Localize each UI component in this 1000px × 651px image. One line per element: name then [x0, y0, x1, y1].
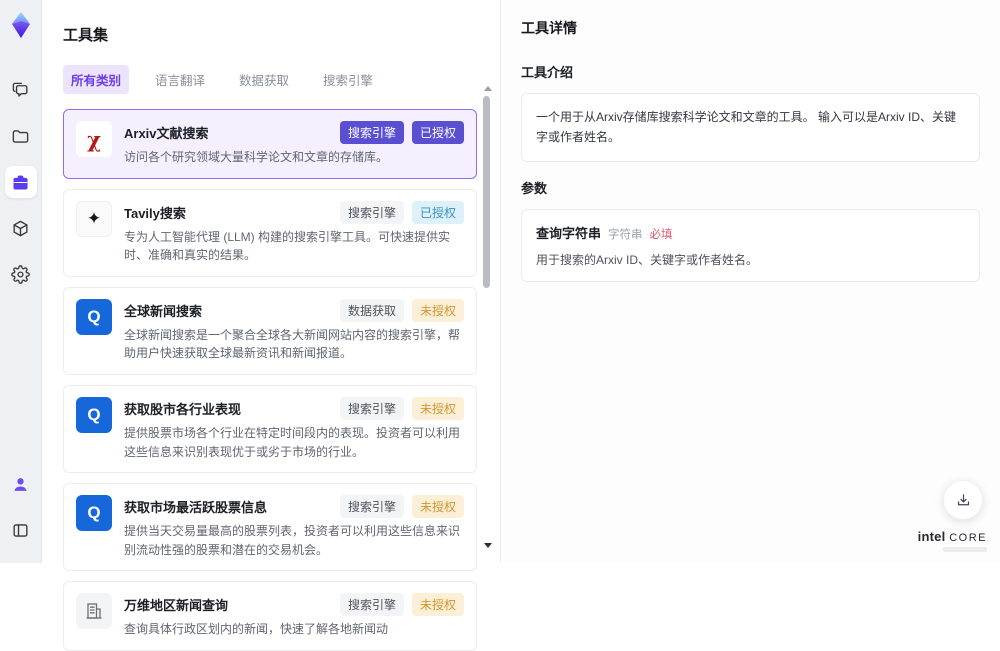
page-title: 工具集 [63, 24, 500, 45]
tool-card[interactable]: Q 获取股市各行业表现 搜索引擎 未授权 提供股票市场各个行业在特定时间段内的表… [63, 385, 477, 473]
tool-category-badge: 搜索引擎 [340, 397, 404, 420]
download-icon [955, 492, 972, 509]
tool-description: 提供股票市场各个行业在特定时间段内的表现。投资者可以利用这些信息来识别表现优于或… [124, 424, 464, 461]
sidebar-item-tools[interactable] [5, 166, 37, 198]
scroll-down-arrow[interactable] [484, 543, 492, 548]
panel-toggle-icon [11, 521, 30, 540]
param-list: 查询字符串 字符串 必填 用于搜索的Arxiv ID、关键字或作者姓名。 [521, 209, 980, 282]
param-name: 查询字符串 [536, 223, 601, 242]
tool-intro-text: 一个用于从Arxiv存储库搜索科学论文和文章的工具。 输入可以是Arxiv ID… [521, 93, 980, 162]
tool-name: 获取市场最活跃股票信息 [124, 495, 332, 516]
tab-search-engine[interactable]: 搜索引擎 [315, 65, 381, 94]
intro-section-title: 工具介绍 [521, 62, 980, 81]
sidebar-item-files[interactable] [5, 120, 37, 152]
sidebar-item-settings[interactable] [5, 258, 37, 290]
tool-category-badge: 数据获取 [340, 299, 404, 322]
user-icon [11, 475, 30, 494]
building-icon [76, 593, 112, 629]
tool-auth-badge: 未授权 [412, 397, 464, 420]
cube-icon [11, 219, 30, 238]
tool-description: 查询具体行政区划内的新闻，快速了解各地新闻动 [124, 620, 464, 639]
tool-auth-badge: 已授权 [412, 121, 464, 144]
sidebar-item-chat[interactable] [5, 74, 37, 106]
tool-card[interactable]: Q 全球新闻搜索 数据获取 未授权 全球新闻搜索是一个聚合全球各大新闻网站内容的… [63, 287, 477, 375]
param-required-flag: 必填 [650, 226, 673, 242]
tool-card[interactable]: 万维地区新闻查询 搜索引擎 未授权 查询具体行政区划内的新闻，快速了解各地新闻动 [63, 581, 477, 651]
category-tabs: 所有类别 语言翻译 数据获取 搜索引擎 [63, 65, 500, 94]
brand-subtext-bar [943, 547, 987, 552]
download-button[interactable] [943, 480, 983, 520]
intel-core-logo: intel CORE [918, 529, 987, 552]
tool-list-panel: 工具集 所有类别 语言翻译 数据获取 搜索引擎 χ Arxiv文献搜索 搜索引擎… [42, 0, 500, 563]
tool-category-badge: 搜索引擎 [340, 495, 404, 518]
news-logo-icon: Q [76, 299, 112, 335]
gear-icon [11, 265, 30, 284]
tool-name: 全球新闻搜索 [124, 299, 332, 320]
scrollbar-thumb[interactable] [483, 96, 490, 288]
list-scrollbar [481, 86, 493, 548]
sidebar-item-collapse[interactable] [5, 514, 37, 546]
tool-description: 全球新闻搜索是一个聚合全球各大新闻网站内容的搜索引擎，帮助用户快速获取全球最新资… [124, 326, 464, 363]
tool-detail-panel: 工具详情 工具介绍 一个用于从Arxiv存储库搜索科学论文和文章的工具。 输入可… [500, 0, 1000, 563]
tab-all-categories[interactable]: 所有类别 [63, 65, 129, 94]
detail-title: 工具详情 [521, 18, 980, 38]
param-description: 用于搜索的Arxiv ID、关键字或作者姓名。 [536, 251, 965, 268]
app-logo [7, 11, 35, 39]
tool-list: χ Arxiv文献搜索 搜索引擎 已授权 访问各个研究领域大量科学论文和文章的存… [63, 109, 477, 651]
tool-description: 访问各个研究领域大量科学论文和文章的存储库。 [124, 148, 464, 167]
tool-auth-badge: 未授权 [412, 593, 464, 616]
tool-name: 获取股市各行业表现 [124, 397, 332, 418]
tool-name: Tavily搜索 [124, 201, 332, 222]
params-section-title: 参数 [521, 178, 980, 197]
tool-category-badge: 搜索引擎 [340, 121, 404, 144]
tool-auth-badge: 已授权 [412, 201, 464, 224]
tool-card[interactable]: ✦ Tavily搜索 搜索引擎 已授权 专为人工智能代理 (LLM) 构建的搜索… [63, 189, 477, 277]
param-card: 查询字符串 字符串 必填 用于搜索的Arxiv ID、关键字或作者姓名。 [521, 209, 980, 282]
sidebar-item-components[interactable] [5, 212, 37, 244]
tool-name: Arxiv文献搜索 [124, 121, 332, 142]
sidebar-item-account[interactable] [5, 468, 37, 500]
tool-description: 提供当天交易量最高的股票列表，投资者可以利用这些信息来识别流动性强的股票和潜在的… [124, 522, 464, 559]
tool-category-badge: 搜索引擎 [340, 593, 404, 616]
tool-auth-badge: 未授权 [412, 299, 464, 322]
chat-icon [11, 81, 30, 100]
tavily-logo-icon: ✦ [76, 201, 112, 237]
param-type: 字符串 [608, 226, 643, 242]
news-logo-icon: Q [76, 397, 112, 433]
tool-card[interactable]: χ Arxiv文献搜索 搜索引擎 已授权 访问各个研究领域大量科学论文和文章的存… [63, 109, 477, 179]
briefcase-icon [11, 173, 30, 192]
tool-category-badge: 搜索引擎 [340, 201, 404, 224]
diamond-logo-icon [7, 11, 35, 39]
arxiv-logo-icon: χ [76, 121, 112, 157]
scroll-up-arrow[interactable] [484, 86, 492, 91]
news-logo-icon: Q [76, 495, 112, 531]
folder-icon [11, 127, 30, 146]
tab-data-fetch[interactable]: 数据获取 [231, 65, 297, 94]
tool-card[interactable]: Q 获取市场最活跃股票信息 搜索引擎 未授权 提供当天交易量最高的股票列表，投资… [63, 483, 477, 571]
tool-description: 专为人工智能代理 (LLM) 构建的搜索引擎工具。可快速提供实时、准确和真实的结… [124, 228, 464, 265]
tab-language-translation[interactable]: 语言翻译 [147, 65, 213, 94]
sidebar-rail [0, 0, 42, 563]
tool-auth-badge: 未授权 [412, 495, 464, 518]
tool-name: 万维地区新闻查询 [124, 593, 332, 614]
